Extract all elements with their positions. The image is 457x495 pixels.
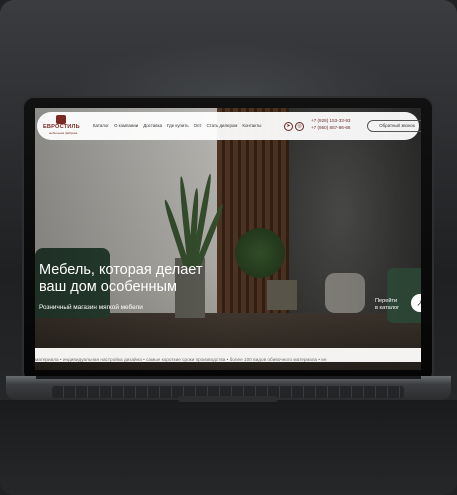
nav-item-where-to-buy[interactable]: Где купить (167, 123, 189, 128)
site-logo[interactable]: ЕВРОСТИЛЬ мебельная фабрика (43, 115, 80, 137)
hero-title-line-2: ваш дом особенным (39, 279, 177, 295)
hero-subtitle: Розничный магазин мягкой мебели (39, 304, 143, 311)
nav-item-about[interactable]: О компании (114, 123, 138, 128)
hero-overlay (35, 108, 421, 370)
catalog-link-line-1: Перейти (375, 298, 398, 304)
laptop-touchpad (178, 396, 278, 402)
nav-item-wholesale[interactable]: Опт (194, 123, 202, 128)
telegram-icon[interactable]: ➤ (284, 122, 293, 131)
hero-title: Мебель, которая делает ваш дом особенным (39, 262, 269, 296)
arrow-up-right-icon: ↗ (416, 298, 421, 308)
nav-item-catalog[interactable]: Каталог (93, 123, 109, 128)
laptop-screen: ЕВРОСТИЛЬ мебельная фабрика Каталог О ко… (35, 108, 421, 370)
phone-number-1[interactable]: +7 (928) 153-33-93 (311, 117, 350, 124)
logo-name: ЕВРОСТИЛЬ (43, 124, 80, 130)
catalog-link-label[interactable]: Перейти в каталог (375, 298, 415, 312)
catalog-link-line-2: в каталог (375, 305, 400, 311)
nav-item-become-dealer[interactable]: Стать дилером (206, 123, 237, 128)
nav-item-contacts[interactable]: Контакты (242, 123, 261, 128)
logo-mark-icon (56, 115, 66, 124)
ticker-text: материала • индивидуальная настройка диз… (35, 357, 327, 362)
instagram-icon[interactable]: ◎ (295, 122, 304, 131)
hero-title-line-1: Мебель, которая делает (39, 262, 203, 278)
logo-tagline: мебельная фабрика (49, 131, 78, 135)
features-ticker: материала • индивидуальная настройка диз… (35, 348, 421, 362)
device-mockup-background: ЕВРОСТИЛЬ мебельная фабрика Каталог О ко… (0, 0, 457, 495)
table-surface (0, 400, 457, 495)
nav-item-delivery[interactable]: Доставка (143, 123, 162, 128)
phone-number-2[interactable]: +7 (950) 857-86-66 (311, 124, 350, 131)
callback-button[interactable]: Обратный звонок (367, 120, 421, 132)
laptop-hinge (36, 376, 421, 379)
phone-numbers: +7 (928) 153-33-93 +7 (950) 857-86-66 (311, 117, 350, 131)
site-header: ЕВРОСТИЛЬ мебельная фабрика Каталог О ко… (37, 112, 421, 140)
main-nav: Каталог О компании Доставка Где купить О… (93, 123, 261, 128)
